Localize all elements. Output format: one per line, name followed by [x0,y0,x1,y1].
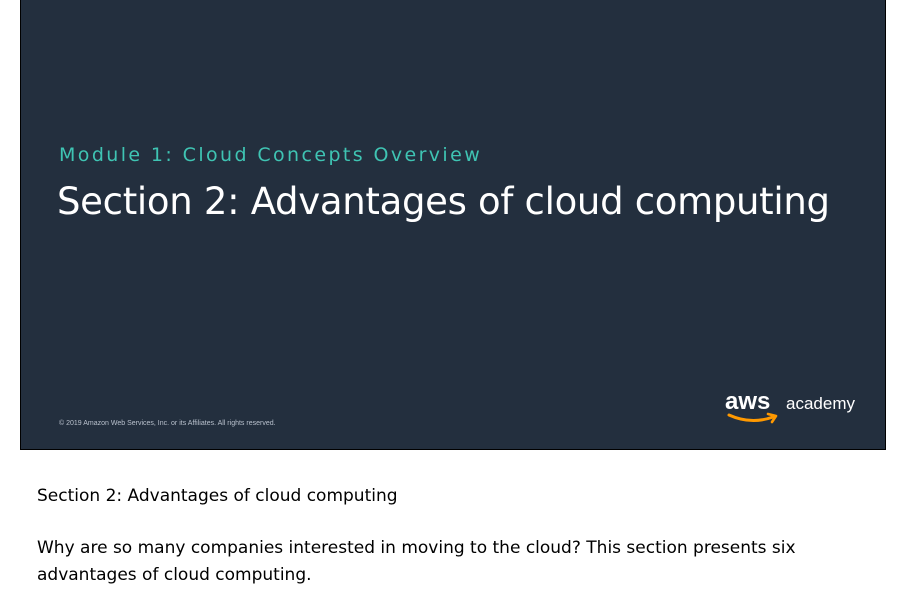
copyright-notice: © 2019 Amazon Web Services, Inc. or its … [59,420,276,427]
module-label: Module 1: Cloud Concepts Overview [59,144,483,166]
section-title: Section 2: Advantages of cloud computing [57,180,830,223]
slide: Module 1: Cloud Concepts Overview Sectio… [20,0,886,450]
logo-product: academy [786,394,855,413]
aws-smile-icon [727,412,778,424]
notes-body: Why are so many companies interested in … [37,538,796,585]
aws-academy-logo: aws academy [725,388,865,432]
speaker-notes: Section 2: Advantages of cloud computing… [37,486,897,589]
notes-title: Section 2: Advantages of cloud computing [37,486,398,506]
